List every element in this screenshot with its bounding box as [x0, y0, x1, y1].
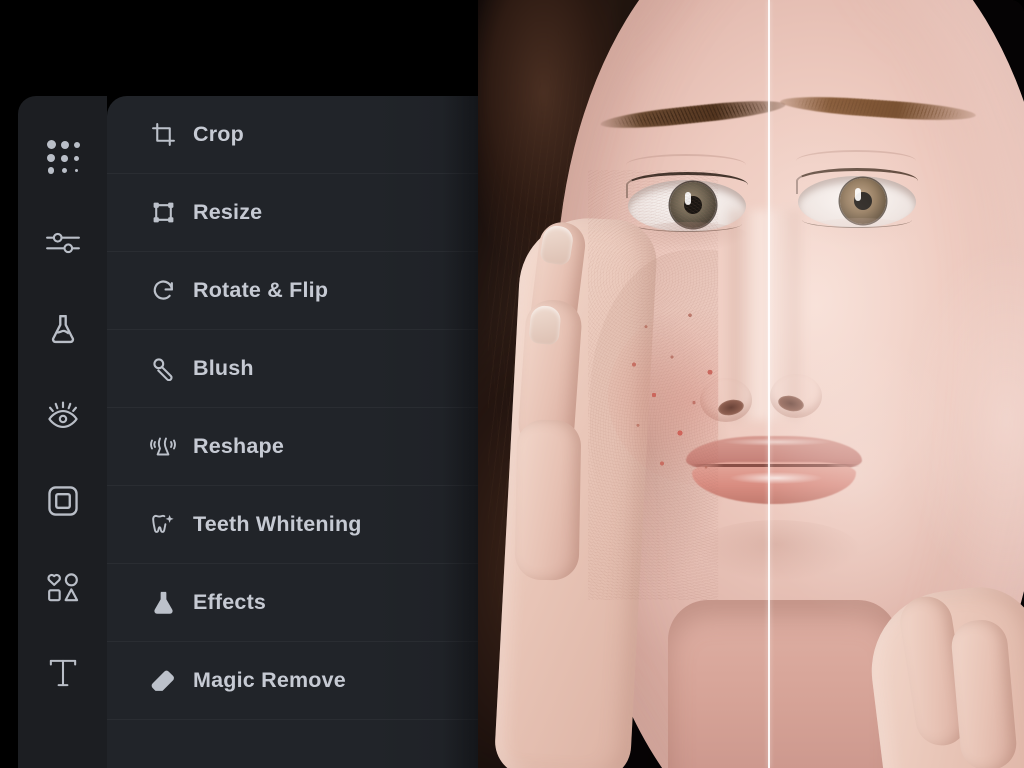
flask-icon [48, 313, 78, 345]
menu-item-effects[interactable]: Effects [107, 564, 478, 642]
eye-retouch-icon [46, 400, 80, 430]
menu-item-reshape[interactable]: Reshape [107, 408, 478, 486]
app-window: AI Skin Retouch Crop Resiz [0, 0, 1024, 768]
sidebar-item-apps[interactable] [42, 136, 84, 178]
frame-icon [47, 485, 79, 517]
menu-item-label: Rotate & Flip [193, 278, 329, 302]
sidebar-item-text[interactable] [42, 652, 84, 694]
sidebar-item-retouch[interactable] [42, 394, 84, 436]
menu-item-resize[interactable]: Resize [107, 174, 478, 252]
crop-icon [150, 122, 176, 148]
sidebar-item-adjust[interactable] [42, 222, 84, 264]
menu-item-label: Teeth Whitening [193, 512, 362, 536]
effects-flask-icon [150, 590, 176, 616]
menu-item-label: Magic Remove [193, 668, 346, 692]
sidebar-item-frame[interactable] [42, 480, 84, 522]
apps-grid-icon [46, 140, 80, 174]
photo-canvas[interactable]: AI Skin Retouch [478, 0, 1024, 768]
menu-item-rotate-flip[interactable]: Rotate & Flip [107, 252, 478, 330]
reshape-icon [150, 434, 176, 460]
before-after-split-handle[interactable] [768, 0, 770, 768]
menu-item-teeth-whitening[interactable]: Teeth Whitening [107, 486, 478, 564]
tool-options-panel: Crop Resize Rotate & Flip Blush Reshape … [107, 96, 478, 768]
adjust-sliders-icon [45, 229, 81, 257]
menu-item-crop[interactable]: Crop [107, 96, 478, 174]
tool-rail [18, 96, 107, 768]
menu-item-magic-remove[interactable]: Magic Remove [107, 642, 478, 720]
magic-remove-eraser-icon [150, 668, 176, 694]
shapes-icon [46, 572, 80, 603]
sidebar-item-flask[interactable] [42, 308, 84, 350]
menu-item-label: Blush [193, 356, 254, 380]
menu-item-blush[interactable]: Blush [107, 330, 478, 408]
rotate-flip-icon [150, 278, 176, 304]
menu-item-label: Crop [193, 122, 244, 146]
menu-item-label: Resize [193, 200, 263, 224]
resize-icon [150, 200, 176, 226]
text-icon [47, 656, 79, 690]
blush-icon [150, 356, 176, 382]
menu-item-label: Effects [193, 590, 267, 614]
teeth-whitening-icon [150, 512, 176, 538]
menu-item-label: Reshape [193, 434, 285, 458]
sidebar-item-elements[interactable] [42, 566, 84, 608]
